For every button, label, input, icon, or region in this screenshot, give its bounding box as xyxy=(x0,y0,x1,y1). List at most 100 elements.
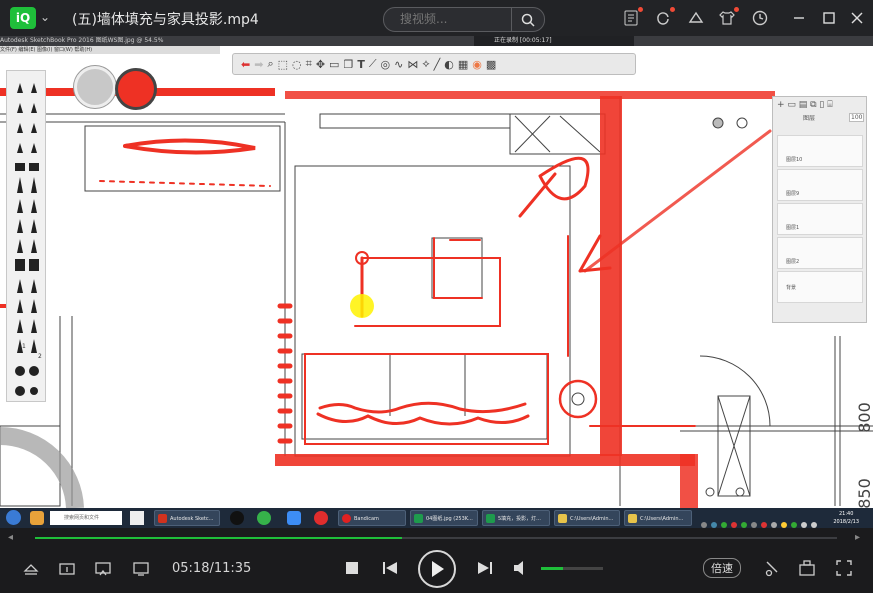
symmetry-icon[interactable]: ⋈ xyxy=(407,58,418,71)
app-icon[interactable] xyxy=(30,511,44,525)
search-input[interactable] xyxy=(398,11,512,27)
line-icon[interactable]: ╱ xyxy=(434,58,441,71)
clock-date: 2018/2/13 xyxy=(833,519,859,525)
speed-button[interactable]: 倍速 xyxy=(703,558,741,578)
stop-button[interactable] xyxy=(344,560,360,576)
play-button[interactable] xyxy=(418,550,456,588)
layer-toolbar-icons[interactable]: + ▭ ▤ ⧉ ▯ ⌸ xyxy=(777,100,833,110)
qq-icon[interactable] xyxy=(230,511,244,525)
next-chapter-icon[interactable]: ▸ xyxy=(855,532,860,543)
select-icon[interactable]: ⬚ xyxy=(278,58,288,71)
skin-icon[interactable] xyxy=(687,9,705,27)
search-box[interactable] xyxy=(383,7,545,32)
color-wheel-icon[interactable]: ◉ xyxy=(472,58,482,71)
shirt-icon[interactable] xyxy=(718,7,739,27)
perspective-icon[interactable]: ⟡ xyxy=(422,57,429,71)
player-controls: 05:18/11:35 倍速 xyxy=(0,548,873,593)
layer-item[interactable]: 图层10 xyxy=(777,135,863,167)
playlist-icon[interactable] xyxy=(622,7,643,27)
minimize-icon[interactable] xyxy=(790,9,808,27)
taskbar-task[interactable]: C:\Users\Admin... xyxy=(554,510,620,526)
lasso-icon[interactable]: ◌ xyxy=(292,58,302,71)
transform-icon[interactable]: ▭ xyxy=(329,58,339,71)
text-icon[interactable]: T xyxy=(357,58,365,71)
color-puck-secondary[interactable] xyxy=(74,66,116,108)
cast-icon[interactable] xyxy=(132,560,150,578)
task-label: C:\Users\Admin... xyxy=(570,516,614,522)
recording-status: 正在录制 [00:05:17] xyxy=(474,36,634,46)
layer-name: 图层9 xyxy=(786,191,800,197)
layer-opacity-field[interactable]: 100 xyxy=(849,113,865,122)
layer-item[interactable]: 图层9 xyxy=(777,169,863,201)
ruler-icon[interactable]: ⟋ xyxy=(369,57,377,71)
volume-slider[interactable] xyxy=(541,567,603,570)
word-icon[interactable] xyxy=(130,511,144,525)
move-icon[interactable]: ✥ xyxy=(316,58,325,71)
taskbar-task[interactable]: Autodesk Sketc... xyxy=(154,510,220,526)
eject-icon[interactable] xyxy=(22,560,40,578)
layer-name: 图层10 xyxy=(786,157,803,163)
maximize-icon[interactable] xyxy=(820,9,838,27)
dimension-label: 850 xyxy=(854,478,873,509)
player-logo-icon[interactable]: iQ xyxy=(10,7,36,29)
layer-item-background[interactable]: 背景 xyxy=(777,271,863,303)
close-icon[interactable] xyxy=(848,9,866,27)
undo-icon[interactable]: ⬅ xyxy=(241,58,250,71)
progress-fill xyxy=(35,537,403,539)
audio-effect-icon[interactable] xyxy=(763,559,781,577)
dimension-label: 800 xyxy=(854,402,873,433)
curve-icon[interactable]: ∿ xyxy=(394,58,403,71)
search-icon xyxy=(521,13,535,27)
toolbox-icon[interactable] xyxy=(798,559,816,577)
taskbar-task[interactable]: C:\Users\Admin... xyxy=(624,510,692,526)
volume-button[interactable] xyxy=(512,559,530,577)
zoom-icon[interactable]: ⌕ xyxy=(267,57,273,71)
redo-icon[interactable]: ➡ xyxy=(254,58,263,71)
play-icon xyxy=(432,561,444,577)
video-frame[interactable]: Autodesk SketchBook Pro 2016 图纸WS图.jpg @… xyxy=(0,36,873,528)
swatches-icon[interactable]: ▩ xyxy=(486,58,496,71)
next-button[interactable] xyxy=(476,560,494,576)
clock-icon[interactable] xyxy=(751,9,769,27)
search-button[interactable] xyxy=(511,8,544,31)
previous-button[interactable] xyxy=(381,560,399,576)
netease-icon[interactable] xyxy=(314,511,328,525)
color-puck-primary[interactable] xyxy=(115,68,157,110)
chevron-down-icon[interactable]: ⌄ xyxy=(40,10,50,24)
layer-item[interactable]: 图层2 xyxy=(777,237,863,269)
task-label: Autodesk Sketc... xyxy=(170,516,214,522)
taskbar-task[interactable]: 04图纸.jpg (253K... xyxy=(410,510,478,526)
start-button[interactable] xyxy=(6,510,21,525)
sync-icon[interactable] xyxy=(654,7,675,27)
drawing-canvas[interactable] xyxy=(0,36,873,528)
sketchbook-title-bar: Autodesk SketchBook Pro 2016 图纸WS图.jpg @… xyxy=(0,36,873,46)
ellipse-icon[interactable]: ◎ xyxy=(381,58,391,71)
fill-icon[interactable]: ◐ xyxy=(444,58,454,71)
volume-icon xyxy=(514,561,523,575)
system-tray-icons[interactable] xyxy=(700,514,820,528)
screenshot-icon[interactable] xyxy=(94,560,112,578)
brush-icons[interactable] xyxy=(7,71,45,401)
copy-icon[interactable]: ❐ xyxy=(343,58,353,71)
taskbar-search-field[interactable]: 搜索网页和文件 xyxy=(50,511,122,525)
taskbar-task[interactable]: Bandicam xyxy=(338,510,406,526)
taskbar-task[interactable]: 5填充，投影，灯... xyxy=(482,510,550,526)
layer-name: 图层1 xyxy=(786,225,800,231)
wechat-icon[interactable] xyxy=(257,511,271,525)
taskbar-clock[interactable]: 21:40 2018/2/13 xyxy=(833,510,859,526)
layer-panel-title: 图层 xyxy=(803,115,816,122)
app-icon[interactable] xyxy=(287,511,301,525)
cursor-highlight xyxy=(350,294,374,318)
current-time: 05:18 xyxy=(172,561,210,576)
sketchbook-menu-bar[interactable]: 文件(F) 编辑(E) 图像(I) 窗口(W) 帮助(H) xyxy=(0,46,220,54)
progress-bar[interactable] xyxy=(35,537,837,539)
fullscreen-icon[interactable] xyxy=(835,559,853,577)
prev-chapter-icon[interactable]: ◂ xyxy=(8,532,13,543)
brush-library-icon[interactable]: ▦ xyxy=(458,58,468,71)
time-display: 05:18/11:35 xyxy=(172,561,251,576)
layer-item[interactable]: 图层1 xyxy=(777,203,863,235)
subtitle-icon[interactable] xyxy=(58,560,76,578)
task-label: C:\Users\Admin... xyxy=(640,516,684,522)
crop-icon[interactable]: ⌗ xyxy=(306,57,312,71)
volume-fill xyxy=(541,567,563,570)
